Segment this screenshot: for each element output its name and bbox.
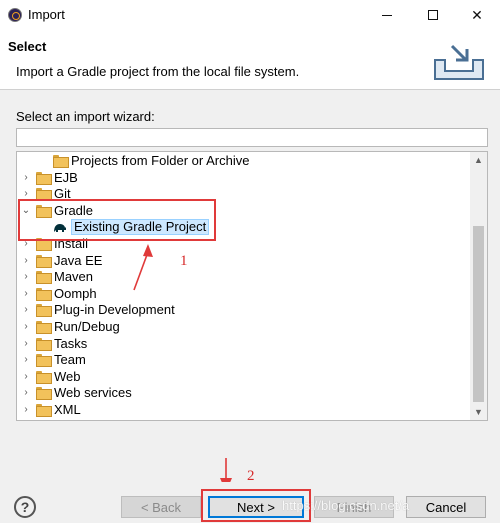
minimize-button[interactable]	[364, 0, 410, 30]
maximize-button[interactable]	[410, 0, 456, 30]
chevron-right-icon[interactable]: ›	[21, 170, 31, 186]
chevron-right-icon[interactable]: ›	[21, 352, 31, 368]
tree-item[interactable]: › Tasks	[17, 336, 467, 352]
chevron-right-icon[interactable]: ›	[21, 369, 31, 385]
tree-item-label: Tasks	[54, 335, 88, 351]
tree-item-label: Team	[54, 352, 86, 368]
folder-icon	[36, 337, 52, 351]
tree-item-label: Oomph	[54, 285, 97, 301]
window-title: Import	[28, 7, 65, 22]
folder-icon	[36, 370, 52, 384]
tree-item-label: Run/Debug	[54, 319, 120, 334]
tree-item[interactable]: › Team	[17, 352, 467, 368]
scrollbar-thumb[interactable]	[473, 226, 484, 402]
tree-item[interactable]: › Oomph	[17, 286, 467, 302]
page-title: Select	[8, 39, 47, 54]
minimize-icon	[382, 14, 392, 16]
chevron-right-icon[interactable]: ›	[21, 385, 31, 401]
folder-icon	[36, 188, 52, 202]
close-button[interactable]: ✕	[454, 0, 500, 30]
wizard-filter-input[interactable]	[16, 128, 488, 147]
tree-item[interactable]: › Plug-in Development	[17, 302, 467, 318]
tree-item[interactable]: › Maven	[17, 269, 467, 285]
folder-icon	[36, 254, 52, 268]
chevron-right-icon[interactable]: ›	[21, 319, 31, 335]
wizard-header: Select Import a Gradle project from the …	[0, 30, 500, 90]
folder-icon	[53, 155, 69, 168]
cancel-button[interactable]: Cancel	[406, 496, 486, 518]
tree-item[interactable]: Projects from Folder or Archive	[17, 153, 467, 169]
tree-item[interactable]: › Java EE	[17, 253, 467, 269]
annotation-highlight-box	[18, 199, 216, 241]
tree-item-label: Web	[54, 368, 81, 384]
scroll-up-icon[interactable]: ▲	[470, 152, 487, 168]
wizard-tree[interactable]: Projects from Folder or Archive › EJB › Git ⌄…	[16, 151, 488, 421]
back-button[interactable]: < Back	[121, 496, 201, 518]
help-button[interactable]: ?	[14, 496, 36, 518]
tree-item[interactable]: › Web	[17, 369, 467, 385]
watermark: https://blog.csdn.net/a	[282, 498, 410, 513]
title-bar: Import ✕	[0, 0, 500, 30]
vertical-scrollbar[interactable]: ▲ ▼	[470, 152, 487, 420]
close-icon: ✕	[471, 6, 483, 23]
folder-icon	[36, 404, 52, 417]
import-wizard-banner-icon	[434, 44, 484, 80]
folder-icon	[36, 171, 52, 185]
scroll-down-icon[interactable]: ▼	[470, 404, 487, 420]
chevron-right-icon[interactable]: ›	[21, 253, 31, 269]
chevron-right-icon[interactable]: ›	[21, 269, 31, 285]
maximize-icon	[428, 10, 438, 20]
tree-item[interactable]: › Web services	[17, 385, 467, 401]
tree-item-label: Java EE	[54, 252, 103, 268]
chevron-right-icon[interactable]: ›	[21, 402, 31, 418]
folder-icon	[36, 321, 52, 334]
tree-item-label: Maven	[54, 269, 94, 285]
chevron-right-icon[interactable]: ›	[21, 302, 31, 318]
tree-item-label: Plug-in Development	[54, 302, 175, 318]
annotation-number-1: 1	[180, 253, 188, 269]
chevron-right-icon[interactable]: ›	[21, 336, 31, 352]
tree-item[interactable]: › XML	[17, 402, 467, 418]
tree-item-label: Projects from Folder or Archive	[71, 153, 250, 168]
folder-icon	[36, 354, 52, 368]
tree-item-label: Web services	[54, 385, 132, 401]
folder-icon	[36, 271, 52, 285]
tree-item[interactable]: › Run/Debug	[17, 319, 467, 335]
tree-item-label: XML	[54, 402, 81, 417]
folder-icon	[36, 287, 52, 301]
tree-item[interactable]: › EJB	[17, 170, 467, 186]
page-description: Import a Gradle project from the local f…	[16, 64, 300, 79]
chevron-right-icon[interactable]: ›	[21, 286, 31, 302]
folder-icon	[36, 304, 52, 318]
tree-item-label: EJB	[54, 169, 78, 185]
folder-icon	[36, 387, 52, 401]
import-wizard-label: Select an import wizard:	[16, 109, 155, 124]
eclipse-icon	[8, 8, 22, 22]
